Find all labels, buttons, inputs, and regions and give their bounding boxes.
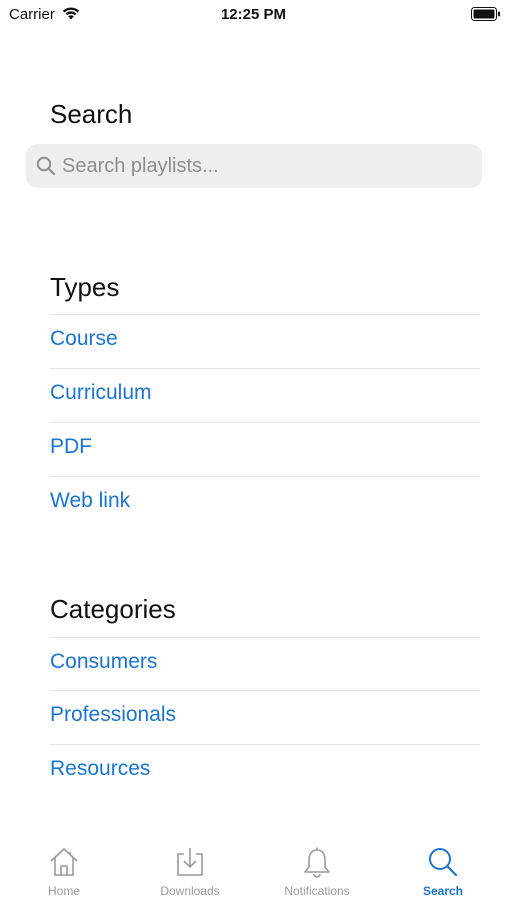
- tab-notifications[interactable]: Notifications: [257, 836, 377, 900]
- search-icon: [429, 848, 458, 877]
- bell-icon: [304, 847, 330, 878]
- download-icon: [177, 848, 203, 876]
- status-bar: Carrier 12:25 PM: [0, 0, 507, 28]
- type-row-course[interactable]: Course: [50, 314, 480, 368]
- clock: 12:25 PM: [220, 6, 287, 23]
- list-item-label: Resources: [50, 757, 151, 780]
- magnifier-icon: [36, 156, 56, 176]
- home-icon: [50, 848, 78, 876]
- search-field[interactable]: [26, 144, 482, 188]
- tab-label: Home: [47, 884, 80, 898]
- category-row-professionals[interactable]: Professionals: [50, 690, 480, 744]
- tab-label: Notifications: [284, 884, 350, 898]
- category-row-resources[interactable]: Resources: [50, 744, 480, 798]
- categories-section-title: Categories: [50, 594, 176, 624]
- tab-downloads[interactable]: Downloads: [130, 836, 250, 900]
- tab-search[interactable]: Search: [383, 836, 503, 900]
- search-section-title: Search: [50, 99, 133, 129]
- tab-label: Downloads: [160, 884, 220, 898]
- list-item-label: Professionals: [50, 703, 177, 726]
- list-item-label: Course: [50, 327, 118, 350]
- tab-home[interactable]: Home: [4, 836, 124, 900]
- tab-bar: Home Downloads Notifications Search: [0, 836, 507, 900]
- list-item-label: Consumers: [50, 650, 158, 673]
- type-row-pdf[interactable]: PDF: [50, 422, 480, 476]
- list-item-label: Curriculum: [50, 381, 152, 404]
- type-row-web-link[interactable]: Web link: [50, 476, 480, 530]
- search-input[interactable]: [62, 144, 472, 188]
- tab-label: Search: [422, 884, 464, 898]
- types-section-title: Types: [50, 272, 120, 302]
- category-row-consumers[interactable]: Consumers: [50, 637, 480, 691]
- list-item-label: PDF: [50, 435, 92, 458]
- type-row-curriculum[interactable]: Curriculum: [50, 368, 480, 422]
- battery-icon: [471, 7, 500, 21]
- list-item-label: Web link: [50, 489, 131, 512]
